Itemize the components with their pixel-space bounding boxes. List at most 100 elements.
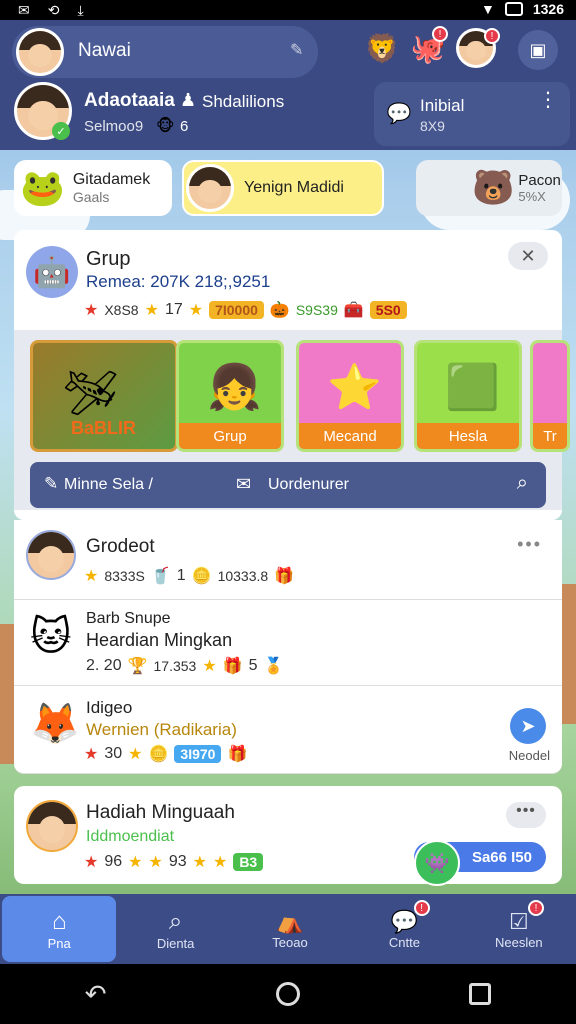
stat-tag: 5S0 [369, 301, 407, 319]
download-icon: ⤓ [77, 2, 84, 18]
search-mid-label: Uordenurer [268, 476, 349, 493]
list-title: Barb Snupe [86, 610, 171, 627]
game-tile-grup[interactable]: 👧 Grup [176, 340, 284, 452]
pin-icon[interactable]: ✎ [290, 40, 303, 60]
tile-label: Hesla [417, 423, 519, 449]
stat-value: 96 [104, 853, 123, 870]
bear-mascot-icon: 🐻 [472, 169, 515, 207]
chest-icon: 🧰 [343, 302, 364, 319]
stat-value: 17 [164, 301, 183, 318]
nav-label: Dienta [156, 935, 195, 951]
list-item[interactable]: Hadiah Minguaah Iddmoendiat ★ 96 ★ ★ 93 … [14, 786, 562, 886]
nav-tasks[interactable]: ☑ ! Neeslen [462, 894, 576, 964]
cup-icon: 🥤 [150, 568, 171, 585]
back-icon[interactable]: ↶ [85, 979, 107, 1010]
game-tile-mecand[interactable]: ⭐ Mecand [296, 340, 404, 452]
chat-icon: 💬 [386, 102, 412, 125]
group-stats: ★ X8S8 ★ 17 ★ 7I0000 🎃 S9S39 🧰 5S0 [84, 300, 407, 320]
list-title: Hadiah Minguaah [86, 802, 235, 823]
user-pill[interactable]: Nawai ✎ [12, 26, 318, 78]
person-icon: ♟ [180, 90, 197, 110]
send-icon[interactable]: ➤ [510, 708, 546, 744]
more-horiz-icon[interactable]: ••• [506, 802, 546, 828]
coin-icon: 🪙 [148, 746, 169, 763]
battery-icon [504, 2, 523, 16]
tile-label: Mecand [299, 423, 401, 449]
list-sub: Iddmoendiat [86, 828, 175, 845]
stat-value: 30 [104, 745, 123, 762]
list-item[interactable]: Grodeot ••• ★ 8333S 🥤 1 🪙 10333.8 🎁 [14, 520, 562, 600]
chat-panel[interactable]: 💬 Inibial 8X9 ⋮ [374, 82, 570, 146]
stat-value: 5 [248, 657, 258, 674]
list-stats: ★ 30 ★ 🪙 3I970 🎁 [84, 744, 247, 764]
lion-mascot-icon[interactable]: 🦁 [364, 30, 400, 66]
stat-value: 8333S [104, 568, 145, 584]
star-icon: ★ [212, 854, 228, 871]
pet-icon: 🐵 [156, 118, 175, 135]
stat-value: X8S8 [104, 302, 139, 318]
nav-search[interactable]: ⌕ Dienta [118, 894, 232, 964]
game-tile-next[interactable]: Tr [530, 340, 570, 452]
chat-title: Inibial [420, 96, 465, 115]
red-star-icon: ★ [84, 302, 99, 319]
card-sub: Gaals [72, 189, 110, 205]
cup-icon: 🏆 [127, 658, 148, 675]
mail-icon: ✉ [18, 2, 30, 18]
notification-badge: ! [413, 900, 430, 916]
card-pacon[interactable]: 🐻 Pacon 5%X [416, 160, 562, 216]
promo-pill-label: Sa66 I50 [471, 848, 532, 866]
stat-value: S9S39 [295, 302, 338, 318]
frog-mascot-icon: 🐸 [20, 167, 65, 208]
medal-icon: 🏅 [263, 658, 284, 675]
nav-label: Neeslen [494, 934, 543, 950]
close-icon[interactable]: ✕ [508, 242, 548, 270]
nav-home[interactable]: ⌂ Pna [2, 896, 117, 962]
banner-tile[interactable]: 🛩 BaBLIR [30, 340, 178, 452]
profile-name: Adaotaaia [84, 90, 175, 111]
girl-icon: 👧 [207, 363, 262, 412]
search-bar[interactable]: ✎ Minne Sela / ✉ Uordenurer ⌕ [30, 462, 546, 508]
app-header: Nawai ✎ 🦁 🐙 ! ! ▣ ✓ Adaotaaia ♟ Shdalili… [0, 20, 576, 150]
avatar[interactable] [16, 28, 64, 76]
more-vert-icon[interactable]: ⋮ [538, 90, 558, 110]
nav-label: Cntte [388, 934, 420, 950]
search-icon[interactable]: ⌕ [517, 472, 528, 495]
menu-square-icon[interactable]: ▣ [518, 30, 558, 70]
red-star-icon: ★ [84, 854, 99, 871]
nav-label: Teoao [272, 934, 308, 950]
sync-icon: ⟲ [47, 2, 60, 18]
cube-icon: 🟩 [445, 363, 500, 412]
search-left-label: Minne Sela / [64, 476, 153, 493]
tile-label: Grup [179, 423, 281, 449]
list-item[interactable]: 🦊 Idigeo Wernien (Radikaria) ★ 30 ★ 🪙 3I… [14, 686, 562, 774]
star-icon: ★ [188, 302, 204, 319]
more-horiz-icon[interactable]: ••• [517, 534, 542, 555]
gift-icon: 🎁 [274, 568, 295, 585]
recents-icon[interactable] [469, 983, 492, 1005]
stat-tag: 3I970 [174, 745, 222, 763]
card-yenign[interactable]: Yenign Madidi [182, 160, 384, 216]
list-stats: ★ 96 ★ ★ 93 ★ ★ B3 [84, 852, 264, 872]
profile-sub2: 6 [180, 118, 189, 135]
star-mascot-icon: ⭐ [327, 363, 382, 412]
nav-chat[interactable]: 💬 ! Cntte [347, 894, 461, 964]
chat-icon: 💬 [390, 908, 419, 934]
friend-badge: ! [484, 28, 500, 44]
list-item[interactable]: 🐱 Barb Snupe Heardian Mingkan 2. 20 🏆 17… [14, 600, 562, 686]
status-bar: ✉ ⟲ ⤓ ▼ 1326 [0, 0, 576, 20]
card-gitadamek[interactable]: 🐸 Gitadamek Gaals [14, 160, 172, 216]
avatar [26, 800, 78, 852]
star-icon: ★ [128, 746, 143, 763]
stat-value: 1 [176, 567, 186, 584]
list-sub: Wernien (Radikaria) [86, 720, 237, 739]
bottom-nav: ⌂ Pna ⌕ Dienta ⛺ Teoao 💬 ! Cntte ☑ ! Nee… [0, 894, 576, 964]
octopus-mascot-icon[interactable]: 🐙 ! [410, 26, 448, 68]
verified-icon: ✓ [52, 122, 70, 140]
game-tile-hesla[interactable]: 🟩 Hesla [414, 340, 522, 452]
star-icon: ★ [128, 854, 143, 871]
home-circle-icon[interactable] [275, 982, 300, 1006]
action-label: Neodel [508, 748, 550, 763]
card-title: Yenign Madidi [244, 179, 344, 196]
nav-shop[interactable]: ⛺ Teoao [233, 894, 347, 964]
red-star-icon: ★ [84, 746, 99, 763]
